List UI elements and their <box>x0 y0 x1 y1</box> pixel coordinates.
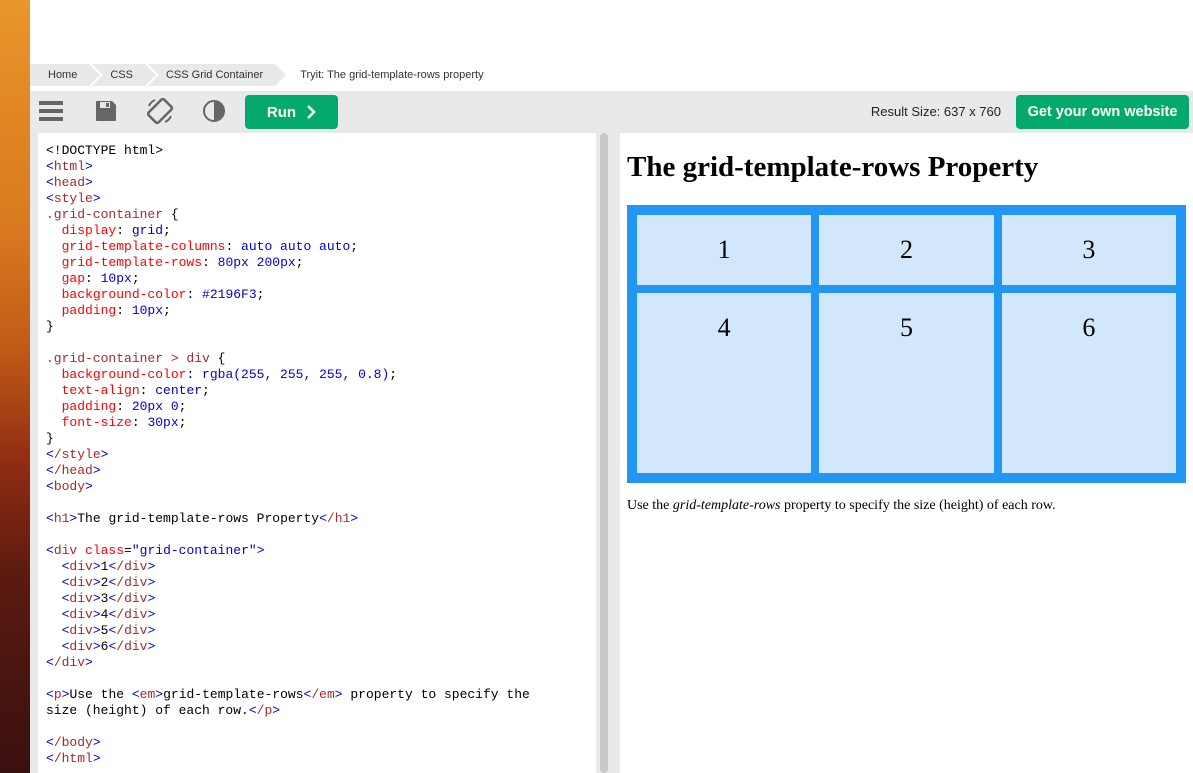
grid-item: 4 <box>637 293 812 473</box>
grid-item: 1 <box>637 215 812 285</box>
chevron-right-icon <box>307 105 316 119</box>
editor-frame: <!DOCTYPE html> <html> <head> <style> .g… <box>30 131 1193 773</box>
contrast-icon[interactable] <box>200 97 228 125</box>
toolbar: Run Result Size: 637 x 760 Get your own … <box>30 91 1193 131</box>
breadcrumb-current: Tryit: The grid-template-rows property <box>300 69 484 81</box>
desc-after: property to specify the size (height) of… <box>780 498 1056 513</box>
breadcrumb: Home CSS CSS Grid Container Tryit: The g… <box>30 64 499 86</box>
breadcrumb-css-grid-container[interactable]: CSS Grid Container <box>147 64 290 86</box>
grid-item: 6 <box>1001 293 1176 473</box>
code-scrollbar[interactable] <box>600 133 608 773</box>
run-label: Run <box>266 103 297 121</box>
tryit-page: Home CSS CSS Grid Container Tryit: The g… <box>30 0 1193 773</box>
desktop-background <box>0 0 30 773</box>
breadcrumb-home[interactable]: Home <box>30 64 104 86</box>
grid-item: 3 <box>1001 215 1176 285</box>
save-icon[interactable] <box>92 97 120 125</box>
grid-item: 5 <box>819 293 994 473</box>
code-editor[interactable]: <!DOCTYPE html> <html> <head> <style> .g… <box>38 133 596 773</box>
code-text[interactable]: <!DOCTYPE html> <html> <head> <style> .g… <box>46 143 530 767</box>
result-description: Use the grid-template-rows property to s… <box>627 498 1056 514</box>
get-your-own-website-button[interactable]: Get your own website <box>1016 95 1189 129</box>
result-heading: The grid-template-rows Property <box>627 151 1039 183</box>
run-button[interactable]: Run <box>245 95 338 129</box>
rotate-icon[interactable] <box>146 97 174 125</box>
grid-container: 1 2 3 4 5 6 <box>627 205 1186 483</box>
result-pane: The grid-template-rows Property 1 2 3 4 … <box>620 133 1193 773</box>
desc-em: grid-template-rows <box>672 498 781 513</box>
menu-icon[interactable] <box>37 97 65 125</box>
desc-before: Use the <box>627 498 673 513</box>
grid-item: 2 <box>819 215 994 285</box>
result-size: Result Size: 637 x 760 <box>870 104 1001 119</box>
